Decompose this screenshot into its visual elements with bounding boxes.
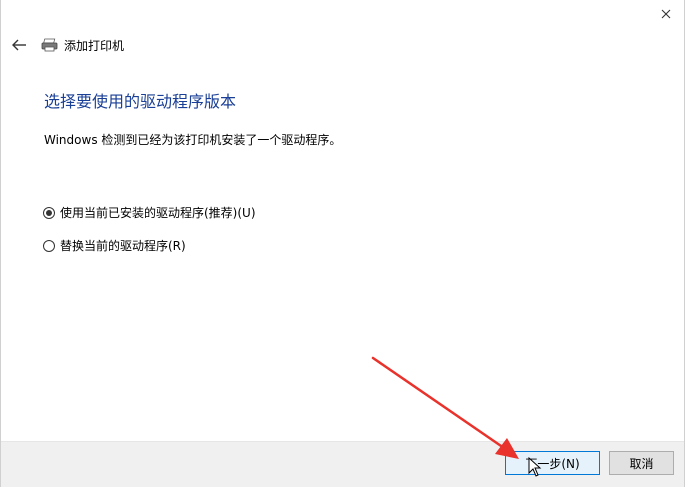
radio-replace-driver[interactable]: 替换当前的驱动程序(R) xyxy=(43,237,186,254)
page-heading: 选择要使用的驱动程序版本 xyxy=(44,92,237,111)
printer-icon xyxy=(41,38,59,52)
radio-label-replace: 替换当前的驱动程序(R) xyxy=(60,239,186,253)
next-button[interactable]: 下一步(N) xyxy=(505,451,600,475)
dialog-header: 添加打印机 xyxy=(9,34,124,56)
back-arrow-icon xyxy=(12,39,26,51)
radio-dot xyxy=(46,209,52,216)
radio-button-unselected[interactable] xyxy=(43,239,55,252)
radio-label-use-current: 使用当前已安装的驱动程序(推荐)(U) xyxy=(60,206,256,220)
close-button[interactable] xyxy=(652,2,680,26)
radio-button-selected[interactable] xyxy=(43,206,55,219)
cancel-button[interactable]: 取消 xyxy=(609,451,674,475)
back-button[interactable] xyxy=(9,35,29,55)
radio-use-current-driver[interactable]: 使用当前已安装的驱动程序(推荐)(U) xyxy=(43,204,256,221)
add-printer-dialog: 添加打印机 选择要使用的驱动程序版本 Windows 检测到已经为该打印机安装了… xyxy=(0,0,685,487)
dialog-footer: 下一步(N) 取消 xyxy=(1,441,684,487)
description-text: Windows 检测到已经为该打印机安装了一个驱动程序。 xyxy=(44,133,342,147)
close-icon xyxy=(661,9,671,19)
dialog-title: 添加打印机 xyxy=(64,38,125,53)
